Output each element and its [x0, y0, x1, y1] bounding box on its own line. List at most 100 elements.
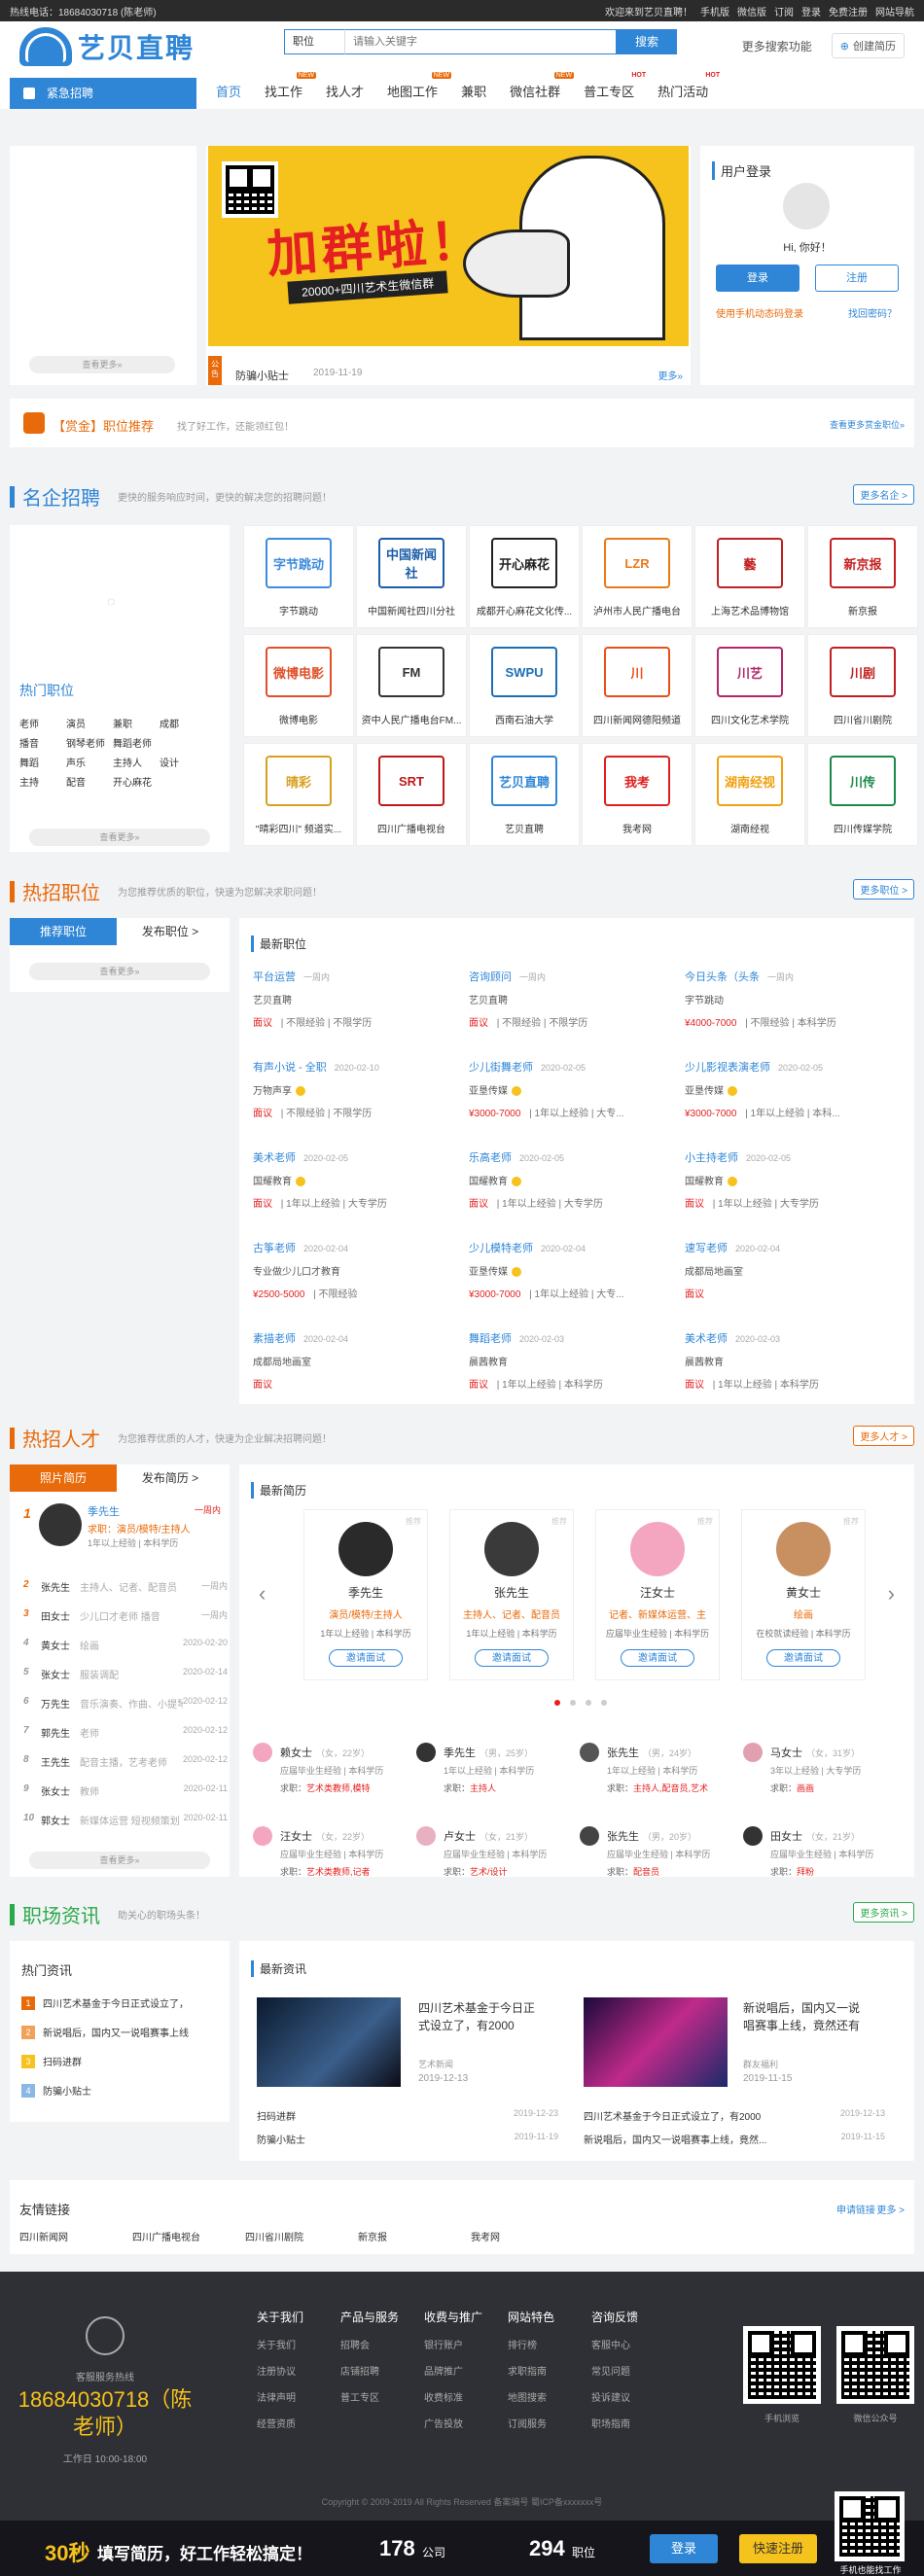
footer-link[interactable]: 普工专区	[340, 2389, 399, 2404]
company-name[interactable]: 国耀教育	[253, 1173, 457, 1187]
job-item[interactable]: 小主持老师 2020-02-05 国耀教育 面议 | 1年以上经验 | 大专学历	[685, 1149, 889, 1210]
company-name[interactable]: 晨茜教育	[469, 1354, 673, 1368]
company-name[interactable]: 晨茜教育	[685, 1354, 889, 1368]
nav-item-map-job[interactable]: 地图工作 NEW	[387, 71, 452, 100]
hot-word-link[interactable]: 开心麻花	[113, 774, 152, 789]
tab-post-resume[interactable]: 发布简历 >	[117, 1464, 224, 1492]
top-talent-avatar[interactable]	[39, 1503, 82, 1546]
urgent-more-button[interactable]: 查看更多»	[29, 356, 175, 373]
invite-interview-button[interactable]: 邀请面试	[766, 1649, 840, 1667]
job-item[interactable]: 美术老师 2020-02-05 国耀教育 面议 | 1年以上经验 | 大专学历	[253, 1149, 457, 1210]
job-title[interactable]: 有声小说 - 全职 2020-02-10	[253, 1059, 457, 1075]
more-news-button[interactable]: 更多资讯 >	[853, 1902, 914, 1923]
company-card[interactable]: 艺贝直聘 艺贝直聘	[469, 743, 580, 846]
hot-word-link[interactable]: 声乐	[66, 755, 86, 769]
jobs-more-button[interactable]: 查看更多»	[29, 963, 210, 980]
notice-more-link[interactable]: 更多»	[657, 368, 683, 382]
company-name[interactable]: 艺贝直聘	[469, 992, 673, 1006]
hot-word-link[interactable]: 舞蹈	[19, 755, 39, 769]
job-item[interactable]: 咨询顾问 一周内 艺贝直聘 面议 | 不限经验 | 不限学历	[469, 969, 673, 1029]
friend-link[interactable]: 四川省川剧院	[245, 2229, 303, 2243]
footer-link[interactable]: 订阅服务	[508, 2416, 554, 2430]
job-title[interactable]: 古筝老师 2020-02-04	[253, 1240, 457, 1255]
hot-word-link[interactable]: 配音	[66, 774, 86, 789]
talent-rank-row[interactable]: 8 王先生 配音主播，艺考老师 2020-02-12	[23, 1754, 228, 1769]
mini-resume-item[interactable]: 马女士 （女，31岁） 3年以上经验 | 大专学历 求职：画画	[743, 1743, 899, 1801]
job-item[interactable]: 今日头条（头条 一周内 字节跳动 ¥4000-7000 | 不限经验 | 本科学历	[685, 969, 889, 1029]
search-type-select[interactable]: 职位	[284, 29, 344, 54]
carousel-prev-icon[interactable]: ‹	[259, 1581, 266, 1606]
company-name[interactable]: 亚垦传媒	[469, 1263, 673, 1278]
nav-item-part-time[interactable]: 兼职	[461, 82, 486, 100]
search-input[interactable]	[344, 29, 617, 54]
friend-link[interactable]: 我考网	[471, 2229, 500, 2243]
mini-resume-item[interactable]: 张先生 （男，24岁） 1年以上经验 | 本科学历 求职：主持人,配音员,艺术	[580, 1743, 735, 1801]
nav-item-wechat-group[interactable]: 微信社群 NEW	[510, 71, 575, 100]
hot-word-link[interactable]: 舞蹈老师	[113, 735, 152, 750]
forgot-password-link[interactable]: 找回密码？	[848, 305, 897, 320]
hot-word-link[interactable]: 播音	[19, 735, 39, 750]
footer-link[interactable]: 常见问题	[591, 2363, 638, 2378]
invite-interview-button[interactable]: 邀请面试	[329, 1649, 403, 1667]
nav-item-worker-zone[interactable]: 普工专区 HOT	[584, 72, 646, 100]
footer-link[interactable]: 客服中心	[591, 2337, 638, 2351]
news-feature-title[interactable]: 四川艺术基金于今日正式设立了，有2000	[418, 1999, 535, 2034]
more-companies-button[interactable]: 更多名企 >	[853, 484, 914, 505]
footer-link[interactable]: 排行榜	[508, 2337, 554, 2351]
mini-resume-item[interactable]: 赖女士 （女，22岁） 应届毕业生经验 | 本科学历 求职：艺术类教师,模特	[253, 1743, 409, 1801]
job-title[interactable]: 咨询顾问 一周内	[469, 969, 673, 984]
hot-news-item[interactable]: 3 扫码进群	[21, 2054, 216, 2068]
job-item[interactable]: 少儿模特老师 2020-02-04 亚垦传媒 ¥3000-7000 | 1年以上经验 …	[469, 1240, 673, 1300]
company-card[interactable]: 微博电影 微博电影	[243, 634, 354, 737]
mini-resume-item[interactable]: 卢女士 （女，21岁） 应届毕业生经验 | 本科学历 求职：艺术/设计	[416, 1826, 572, 1885]
job-title[interactable]: 少儿模特老师 2020-02-04	[469, 1240, 673, 1255]
carousel-dot[interactable]	[586, 1700, 591, 1706]
company-card[interactable]: 川艺 四川文化艺术学院	[694, 634, 805, 737]
company-name[interactable]: 国耀教育	[469, 1173, 673, 1187]
friend-link[interactable]: 新京报	[358, 2229, 387, 2243]
company-card[interactable]: 川剧 四川省川剧院	[807, 634, 918, 737]
carousel-dot[interactable]	[570, 1700, 576, 1706]
carousel-next-icon[interactable]: ›	[888, 1581, 895, 1606]
hot-word-link[interactable]: 老师	[19, 716, 39, 730]
job-title[interactable]: 美术老师 2020-02-05	[253, 1149, 457, 1165]
hot-word-link[interactable]: 钢琴老师	[66, 735, 105, 750]
carousel-dot-active[interactable]	[554, 1700, 560, 1706]
site-logo[interactable]: 艺贝直聘	[19, 27, 195, 66]
talent-rank-row[interactable]: 7 郭先生 老师 2020-02-12	[23, 1725, 228, 1740]
job-title[interactable]: 素描老师 2020-02-04	[253, 1330, 457, 1346]
job-title[interactable]: 美术老师 2020-02-03	[685, 1330, 889, 1346]
tab-post-job[interactable]: 发布职位 >	[117, 918, 224, 945]
more-search-link[interactable]: 更多搜索功能	[742, 38, 812, 54]
nav-item-home[interactable]: 首页	[216, 82, 241, 100]
company-name[interactable]: 国耀教育	[685, 1173, 889, 1187]
search-button[interactable]: 搜索	[617, 29, 677, 54]
register-button[interactable]: 注册	[815, 265, 899, 292]
resume-card[interactable]: 推荐 汪女士 记者、新媒体运营、主 应届毕业生经验 | 本科学历 邀请面试	[595, 1509, 720, 1680]
job-item[interactable]: 素描老师 2020-02-04 成都局地画室 面议	[253, 1330, 457, 1391]
phone-login-link[interactable]: 使用手机动态码登录	[716, 305, 803, 320]
company-card[interactable]: 新京报 新京报	[807, 525, 918, 628]
hot-word-link[interactable]: 成都	[160, 716, 179, 730]
job-item[interactable]: 舞蹈老师 2020-02-03 晨茜教育 面议 | 1年以上经验 | 本科学历	[469, 1330, 673, 1391]
tab-recommended-jobs[interactable]: 推荐职位	[10, 918, 117, 945]
job-title[interactable]: 速写老师 2020-02-04	[685, 1240, 889, 1255]
footer-link[interactable]: 地图搜索	[508, 2389, 554, 2404]
hot-word-link[interactable]: 设计	[160, 755, 179, 769]
apply-link-button[interactable]: 申请链接	[836, 2202, 875, 2216]
company-card[interactable]: SWPU 西南石油大学	[469, 634, 580, 737]
nav-item-find-talent[interactable]: 找人才	[326, 82, 364, 100]
talent-rank-row[interactable]: 9 张女士 教师 2020-02-11	[23, 1783, 228, 1798]
mini-resume-item[interactable]: 田女士 （女，21岁） 应届毕业生经验 | 本科学历 求职：拜粉	[743, 1826, 899, 1885]
nav-item-find-job[interactable]: 找工作 NEW	[265, 71, 317, 100]
talent-rank-row[interactable]: 10 郭女士 新媒体运营 短视频策划 2020-02-11	[23, 1813, 228, 1827]
talent-rank-row[interactable]: 3 田女士 少儿口才老师 播音 一周内	[23, 1608, 228, 1623]
news-thumbnail-stage[interactable]	[257, 1997, 401, 2087]
hot-news-item[interactable]: 1 四川艺术基金于今日正式设立了，	[21, 1995, 216, 2010]
news-list-item[interactable]: 扫码进群 2019-12-23	[257, 2108, 558, 2123]
footer-link[interactable]: 经营资质	[257, 2416, 303, 2430]
friend-link[interactable]: 四川新闻网	[19, 2229, 68, 2243]
job-item[interactable]: 古筝老师 2020-02-04 专业做少儿口才教育 ¥2500-5000 | 不限经验	[253, 1240, 457, 1300]
create-resume-button[interactable]: ⊕ 创建简历	[831, 33, 905, 58]
job-item[interactable]: 少儿影视表演老师 2020-02-05 亚垦传媒 ¥3000-7000 | 1年以上经…	[685, 1059, 889, 1119]
